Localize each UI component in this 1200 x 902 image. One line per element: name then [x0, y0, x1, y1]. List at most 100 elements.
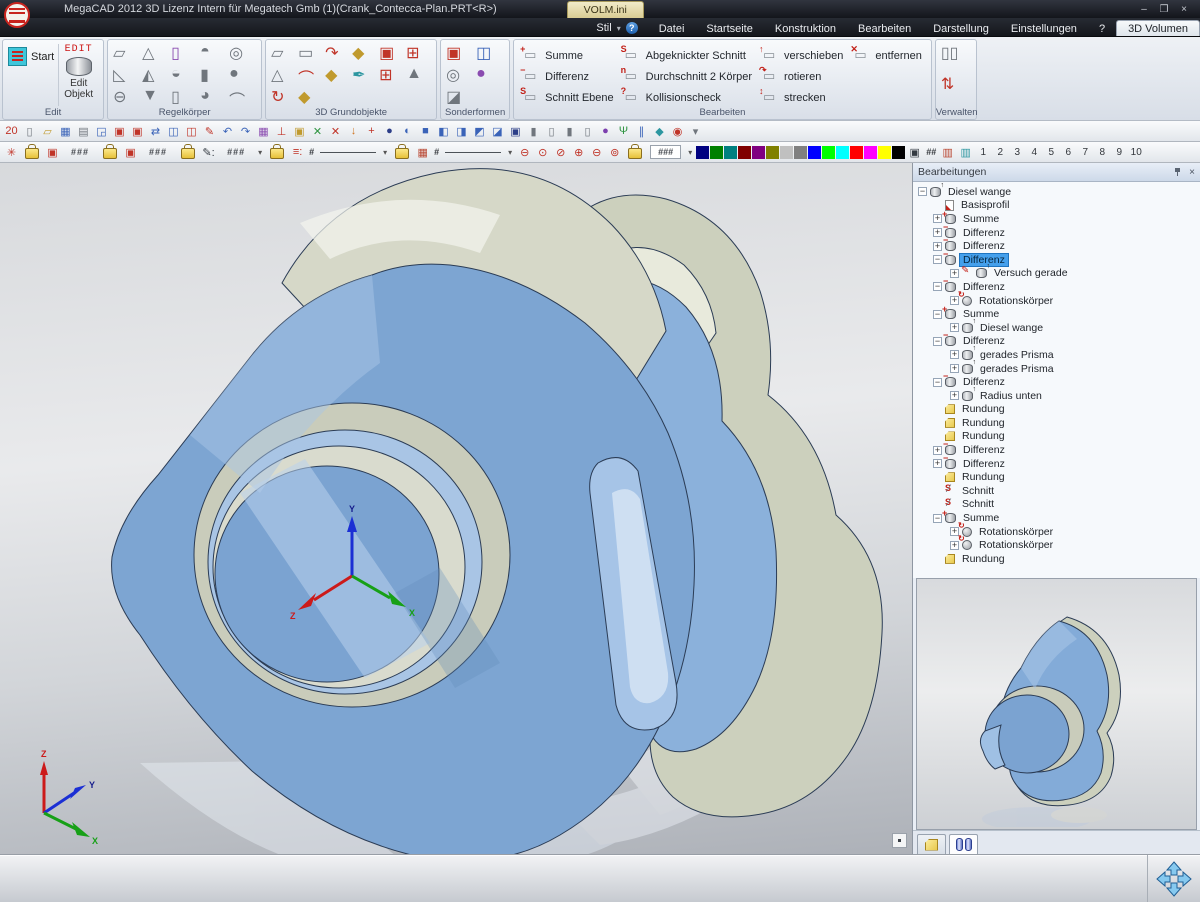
tree-item[interactable]: gerades Prisma	[913, 348, 1200, 362]
megacad-logo-icon[interactable]	[4, 2, 30, 28]
zoom-all-icon[interactable]: ⊚	[606, 144, 623, 161]
pen-number-7[interactable]: 7	[1077, 147, 1093, 158]
kegel-icon[interactable]: △	[142, 43, 169, 64]
halbschale-icon[interactable]: ◫	[476, 43, 504, 64]
zoom-in-icon[interactable]: ⊕	[570, 144, 587, 161]
kollisionscheck-button[interactable]: ? Kollisionscheck	[624, 91, 752, 105]
tree-item[interactable]: Differenz	[913, 457, 1200, 471]
torus-icon[interactable]: ◎	[229, 43, 256, 64]
solid-mode-icon[interactable]: ▮	[525, 123, 542, 140]
pen-number-4[interactable]: 4	[1026, 147, 1042, 158]
file-settings-icon[interactable]: ▣	[129, 123, 146, 140]
exchange-icon[interactable]: ⇄	[147, 123, 164, 140]
kugel-icon[interactable]: ●	[229, 65, 256, 86]
help-icon[interactable]: ?	[626, 22, 638, 34]
menu-3d-volumen[interactable]: 3D Volumen	[1116, 20, 1200, 36]
layer-doc-icon[interactable]: ▣	[44, 144, 61, 161]
fase-2-icon[interactable]: ◆	[325, 65, 350, 86]
swatch-magenta[interactable]	[864, 146, 877, 159]
tree-item[interactable]: Summe	[913, 212, 1200, 226]
bohrung-icon[interactable]: ▣	[379, 43, 404, 64]
prisma-icon[interactable]: △	[271, 65, 296, 86]
tree-item[interactable]: Summe	[913, 511, 1200, 525]
close-button[interactable]: ×	[1178, 4, 1190, 15]
pen-field[interactable]: ###	[218, 147, 254, 157]
schnitt-ebene-button[interactable]: S Schnitt Ebene	[523, 91, 614, 105]
shading-icon[interactable]: ●	[381, 123, 398, 140]
construction-point-icon[interactable]: +	[363, 123, 380, 140]
kuppel-icon[interactable]: ◒	[171, 65, 198, 86]
linetype-preview[interactable]	[320, 152, 376, 153]
swatch-maroon[interactable]	[738, 146, 751, 159]
lock-group-icon[interactable]	[103, 148, 117, 159]
platte-breite-icon[interactable]: ▭	[298, 43, 323, 64]
menu-hilfe[interactable]: ?	[1088, 21, 1116, 36]
quader-icon[interactable]: ▱	[113, 43, 140, 64]
color-number-field[interactable]: ###	[650, 145, 681, 159]
refresh-marker-icon[interactable]: ✳	[3, 144, 20, 161]
save-icon[interactable]: ▦	[57, 123, 74, 140]
plumb-icon[interactable]: ↓	[345, 123, 362, 140]
menu-konstruktion[interactable]: Konstruktion	[764, 21, 847, 36]
tree-item[interactable]: Differenz	[913, 375, 1200, 389]
rotations-koerper-icon[interactable]: ↻	[271, 87, 296, 108]
gruppen-verwalten-icon[interactable]: ▯▯	[941, 43, 971, 73]
tree-item[interactable]: Rundung	[913, 403, 1200, 417]
redline-icon[interactable]: ✎	[201, 123, 218, 140]
view-top-icon[interactable]: ◩	[471, 123, 488, 140]
pen-number-1[interactable]: 1	[975, 147, 991, 158]
swatch-green[interactable]	[710, 146, 723, 159]
lock-hatch-icon[interactable]	[395, 148, 409, 159]
tree-item[interactable]: Differenz	[913, 226, 1200, 240]
zoom-out-icon[interactable]: ⊖	[516, 144, 533, 161]
fase-3-icon[interactable]: ◆	[298, 87, 323, 108]
tree-item[interactable]: Differenz	[913, 335, 1200, 349]
color-hash-label[interactable]: ##	[924, 147, 938, 157]
group-doc-icon[interactable]: ▣	[122, 144, 139, 161]
kaefig-icon[interactable]: ▣	[446, 43, 474, 64]
snap-point-2-icon[interactable]: ✕	[327, 123, 344, 140]
structure-tree-icon[interactable]: Ψ	[615, 123, 632, 140]
hatch-preview[interactable]	[445, 152, 501, 153]
swatch-blue[interactable]	[808, 146, 821, 159]
zoom-previous-icon[interactable]: ⊙	[534, 144, 551, 161]
kegelstumpf-icon[interactable]: ▼	[142, 87, 169, 108]
biegen-icon[interactable]: ↷	[325, 43, 350, 64]
lock-elements-icon[interactable]: ▣	[291, 123, 308, 140]
tree-expander[interactable]	[950, 350, 959, 359]
new-drawing-icon[interactable]: ▯	[21, 123, 38, 140]
tree-expander[interactable]	[933, 446, 942, 455]
kugel-zylinder-icon[interactable]: ◓	[200, 43, 227, 64]
transformieren-icon[interactable]: ⇅	[941, 74, 971, 104]
tree-item[interactable]: Rundung	[913, 470, 1200, 484]
hatch-dropdown[interactable]: ▾	[505, 148, 515, 157]
transparent-mode-icon[interactable]: ▯	[579, 123, 596, 140]
tree-item[interactable]: Schnitt	[913, 484, 1200, 498]
swatch-navy[interactable]	[696, 146, 709, 159]
wireframe-mode-icon[interactable]: ▯	[543, 123, 560, 140]
pen-number-8[interactable]: 8	[1094, 147, 1110, 158]
rohrbogen-icon[interactable]: ⌒	[229, 87, 256, 108]
verschieben-button[interactable]: ↑ verschieben	[762, 49, 843, 63]
view-side-icon[interactable]: ◨	[453, 123, 470, 140]
linetype-dropdown[interactable]: ▾	[380, 148, 390, 157]
stift-icon[interactable]: ✒	[352, 65, 377, 86]
tree-item[interactable]: Rundung	[913, 552, 1200, 566]
pen-style-icon[interactable]: ✎:	[200, 144, 217, 161]
snap-point-icon[interactable]: ✕	[309, 123, 326, 140]
pen-number-6[interactable]: 6	[1060, 147, 1076, 158]
abgeknickter-schnitt-button[interactable]: S Abgeknickter Schnitt	[624, 49, 752, 63]
lock-pen-icon[interactable]	[181, 148, 195, 159]
tree-expander[interactable]	[950, 323, 959, 332]
tree-expander[interactable]	[933, 337, 942, 346]
swatch-cyan[interactable]	[836, 146, 849, 159]
spitzkegel-icon[interactable]: ▲	[406, 65, 431, 86]
tree-expander[interactable]	[933, 514, 942, 523]
scheibe-icon[interactable]: ⊖	[113, 87, 140, 108]
stil-menu[interactable]: Stil	[596, 22, 611, 34]
tree-item[interactable]: gerades Prisma	[913, 362, 1200, 376]
tree-expander[interactable]	[933, 378, 942, 387]
swatch-lime[interactable]	[822, 146, 835, 159]
tree-item[interactable]: Rotationskörper	[913, 294, 1200, 308]
menu-darstellung[interactable]: Darstellung	[922, 21, 1000, 36]
